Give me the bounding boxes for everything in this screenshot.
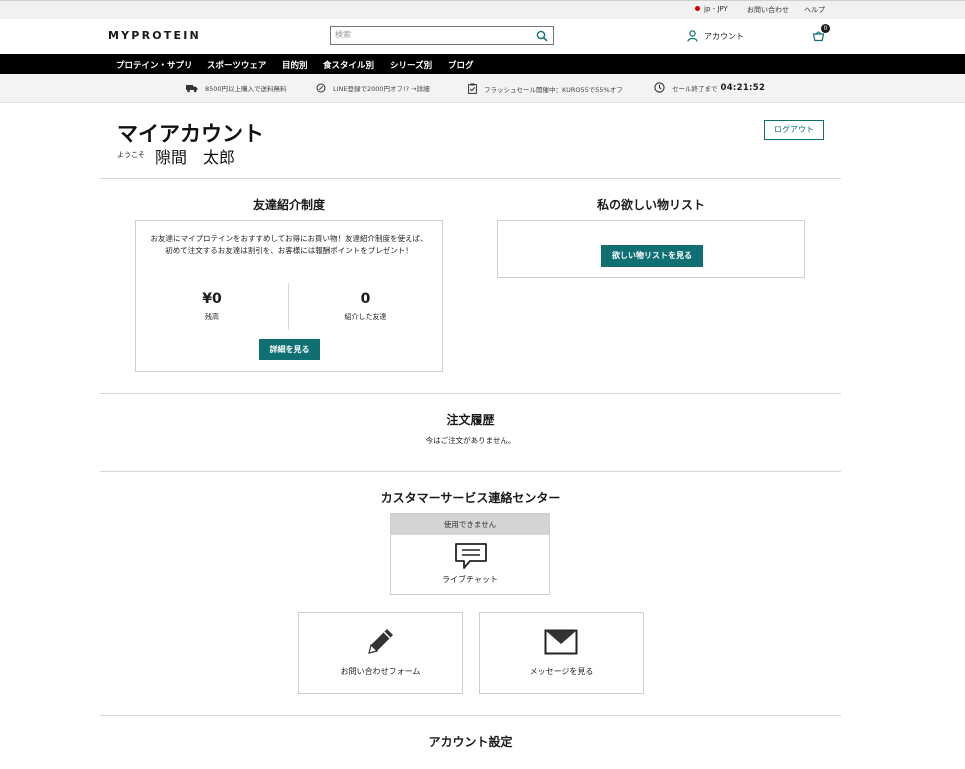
line-icon <box>316 83 326 93</box>
account-link[interactable]: アカウント <box>687 30 744 42</box>
truck-icon <box>186 84 198 92</box>
japan-flag-icon <box>695 6 700 11</box>
referral-description: お友達にマイプロテインをおすすめしてお得にお買い物！友達紹介制度を使えば、初めて… <box>150 234 428 255</box>
search-box <box>330 26 554 45</box>
clipboard-icon <box>468 83 477 94</box>
orders-empty-message: 今はご注文がありません。 <box>425 436 516 445</box>
nav-item-sportswear[interactable]: スポーツウェア <box>207 59 266 71</box>
envelope-icon <box>544 629 578 655</box>
pencil-icon <box>368 629 393 654</box>
user-name: 隙間 太郎 <box>155 148 236 167</box>
nav-item-diet-style[interactable]: 食スタイル別 <box>323 59 374 71</box>
account-settings-title: アカウント設定 <box>428 735 513 749</box>
referral-details-button[interactable]: 詳細を見る <box>259 339 320 360</box>
chat-icon <box>455 543 487 569</box>
friends-value: 0 <box>360 291 371 307</box>
countdown-timer: 04:21:52 <box>720 82 766 93</box>
promo-bar: 8500円以上購入で送料無料 LINE登録で2000円オフ!? →詳細 フラッシ… <box>0 74 965 103</box>
utility-bar: jp - JPY お問い合わせ ヘルプ <box>0 0 965 19</box>
logout-button[interactable]: ログアウト <box>764 120 824 140</box>
contact-form-card[interactable]: お問い合わせフォーム <box>298 612 463 694</box>
divider <box>100 715 841 716</box>
balance-value: ¥0 <box>202 291 222 307</box>
nav-item-purpose[interactable]: 目的別 <box>282 59 308 71</box>
basket-count-badge: 0 <box>821 24 830 33</box>
help-link[interactable]: ヘルプ <box>804 5 825 15</box>
nav-item-blog[interactable]: ブログ <box>448 59 474 71</box>
search-input[interactable] <box>335 30 525 39</box>
live-chat-card: 使用できません ライブチャット <box>390 513 550 595</box>
welcome-label: ようこそ <box>117 151 145 159</box>
divider <box>100 393 841 394</box>
customer-service-title: カスタマーサービス連絡センター <box>380 491 561 505</box>
promo-line[interactable]: LINE登録で2000円オフ!? →詳細 <box>316 83 430 93</box>
unavailable-banner: 使用できません <box>391 514 549 535</box>
site-logo[interactable]: MYPROTEIN <box>108 29 201 42</box>
promo-countdown: セール終了まで 04:21:52 <box>654 82 765 93</box>
account-label: アカウント <box>704 31 744 41</box>
contact-form-label: お問い合わせフォーム <box>340 667 421 676</box>
view-wishlist-button[interactable]: 欲しい物リストを見る <box>601 245 703 267</box>
divider <box>100 471 841 472</box>
nav-item-series[interactable]: シリーズ別 <box>390 59 432 71</box>
promo-shipping[interactable]: 8500円以上購入で送料無料 <box>186 83 287 93</box>
search-icon[interactable] <box>536 30 548 42</box>
wishlist-card: 欲しい物リストを見る <box>497 220 805 278</box>
wishlist-title: 私の欲しい物リスト <box>596 198 705 212</box>
user-icon <box>687 30 698 42</box>
friends-label: 紹介した友達 <box>344 313 387 321</box>
balance-label: 残高 <box>205 313 219 321</box>
referral-card: お友達にマイプロテインをおすすめしてお得にお買い物！友達紹介制度を使えば、初めて… <box>135 220 443 372</box>
orders-title: 注文履歴 <box>446 413 495 427</box>
locale-selector[interactable]: jp - JPY <box>695 5 728 13</box>
messages-label: メッセージを見る <box>529 667 594 676</box>
promo-flash-sale[interactable]: フラッシュセール開催中：KURO55で55%オフ <box>468 83 623 94</box>
main-nav: プロテイン・サプリ スポーツウェア 目的別 食スタイル別 シリーズ別 ブログ <box>0 54 965 74</box>
referral-title: 友達紹介制度 <box>252 198 325 212</box>
clock-icon <box>654 82 665 93</box>
live-chat-label: ライブチャット <box>442 575 498 584</box>
messages-card[interactable]: メッセージを見る <box>479 612 644 694</box>
contact-link[interactable]: お問い合わせ <box>747 5 789 15</box>
nav-item-protein[interactable]: プロテイン・サプリ <box>116 59 193 71</box>
basket-button[interactable]: 0 <box>812 24 830 46</box>
divider <box>100 178 841 179</box>
